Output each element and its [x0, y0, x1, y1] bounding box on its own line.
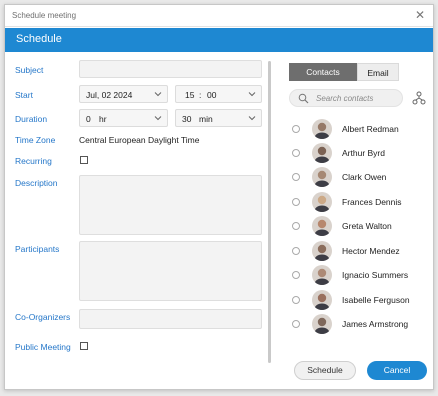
- duration-minutes-unit: min: [199, 114, 213, 124]
- subject-input[interactable]: [79, 60, 262, 78]
- duration-hours-unit: hr: [99, 114, 107, 124]
- timezone-value: Central European Daylight Time: [79, 135, 200, 145]
- contact-item[interactable]: Albert Redman: [290, 118, 420, 140]
- subject-label: Subject: [15, 65, 44, 75]
- contact-item[interactable]: Ignacio Summers: [290, 264, 420, 286]
- contact-tabs: Contacts Email: [289, 63, 399, 81]
- contact-radio[interactable]: [292, 247, 300, 255]
- avatar: [312, 290, 332, 310]
- window-title: Schedule meeting: [12, 11, 77, 20]
- contact-item[interactable]: Greta Walton: [290, 215, 420, 237]
- start-minute-value: 00: [207, 90, 217, 100]
- participants-label: Participants: [15, 244, 60, 254]
- avatar: [312, 167, 332, 187]
- start-time-picker[interactable]: 15 : 00: [175, 85, 262, 103]
- tab-contacts[interactable]: Contacts: [289, 63, 357, 81]
- tab-email[interactable]: Email: [357, 63, 399, 81]
- duration-hours-select[interactable]: 0 hr: [79, 109, 168, 127]
- coorganizers-label: Co-Organizers: [15, 312, 71, 322]
- chevron-down-icon: [248, 116, 256, 121]
- chevron-down-icon: [154, 116, 162, 121]
- search-icon: [298, 93, 309, 104]
- avatar: [312, 314, 332, 334]
- contact-name: Isabelle Ferguson: [342, 295, 410, 305]
- contact-radio[interactable]: [292, 125, 300, 133]
- duration-label: Duration: [15, 114, 48, 124]
- public-meeting-label: Public Meeting: [15, 342, 71, 352]
- participants-field[interactable]: [79, 241, 262, 301]
- contact-radio[interactable]: [292, 296, 300, 304]
- contact-radio[interactable]: [292, 149, 300, 157]
- contact-radio[interactable]: [292, 271, 300, 279]
- start-time-separator: :: [199, 90, 202, 100]
- description-textarea[interactable]: [79, 175, 262, 235]
- duration-hours-value: 0: [86, 114, 91, 124]
- hierarchy-icon[interactable]: [412, 91, 426, 105]
- contact-name: Frances Dennis: [342, 197, 402, 207]
- contact-radio[interactable]: [292, 222, 300, 230]
- contact-item[interactable]: Arthur Byrd: [290, 142, 420, 164]
- avatar: [312, 143, 332, 163]
- contact-name: Clark Owen: [342, 172, 387, 182]
- contact-item[interactable]: Frances Dennis: [290, 191, 420, 213]
- header-title: Schedule: [16, 33, 62, 45]
- duration-minutes-select[interactable]: 30 min: [175, 109, 262, 127]
- contact-item[interactable]: Isabelle Ferguson: [290, 289, 420, 311]
- duration-minutes-value: 30: [182, 114, 192, 124]
- contact-item[interactable]: Hector Mendez: [290, 240, 420, 262]
- recurring-checkbox[interactable]: [80, 156, 88, 164]
- contact-name: Hector Mendez: [342, 246, 400, 256]
- contact-radio[interactable]: [292, 198, 300, 206]
- avatar: [312, 119, 332, 139]
- coorganizers-field[interactable]: [79, 309, 262, 329]
- avatar: [312, 265, 332, 285]
- timezone-label: Time Zone: [15, 135, 56, 145]
- start-date-picker[interactable]: Jul, 02 2024: [79, 85, 168, 103]
- contact-name: Arthur Byrd: [342, 148, 385, 158]
- contact-radio[interactable]: [292, 173, 300, 181]
- schedule-meeting-dialog: Schedule meeting ✕ Schedule Subject Star…: [4, 4, 434, 390]
- schedule-button[interactable]: Schedule: [294, 361, 356, 380]
- contact-item[interactable]: James Armstrong: [290, 313, 420, 335]
- contacts-search[interactable]: Search contacts: [289, 89, 403, 107]
- form-scrollbar[interactable]: [268, 61, 271, 363]
- avatar: [312, 192, 332, 212]
- chevron-down-icon: [248, 92, 256, 97]
- close-icon[interactable]: ✕: [415, 8, 425, 22]
- contact-radio[interactable]: [292, 320, 300, 328]
- avatar: [312, 241, 332, 261]
- contact-item[interactable]: Clark Owen: [290, 166, 420, 188]
- contact-name: James Armstrong: [342, 319, 409, 329]
- contact-name: Ignacio Summers: [342, 270, 409, 280]
- start-date-value: Jul, 02 2024: [86, 90, 133, 100]
- public-meeting-checkbox[interactable]: [80, 342, 88, 350]
- recurring-label: Recurring: [15, 156, 52, 166]
- title-bar: Schedule meeting ✕: [5, 5, 433, 27]
- dialog-header: Schedule: [5, 28, 433, 52]
- avatar: [312, 216, 332, 236]
- chevron-down-icon: [154, 92, 162, 97]
- start-hour-value: 15: [185, 90, 195, 100]
- search-placeholder: Search contacts: [316, 94, 374, 103]
- contact-name: Greta Walton: [342, 221, 392, 231]
- start-label: Start: [15, 90, 33, 100]
- description-label: Description: [15, 178, 58, 188]
- contact-name: Albert Redman: [342, 124, 399, 134]
- cancel-button[interactable]: Cancel: [367, 361, 427, 380]
